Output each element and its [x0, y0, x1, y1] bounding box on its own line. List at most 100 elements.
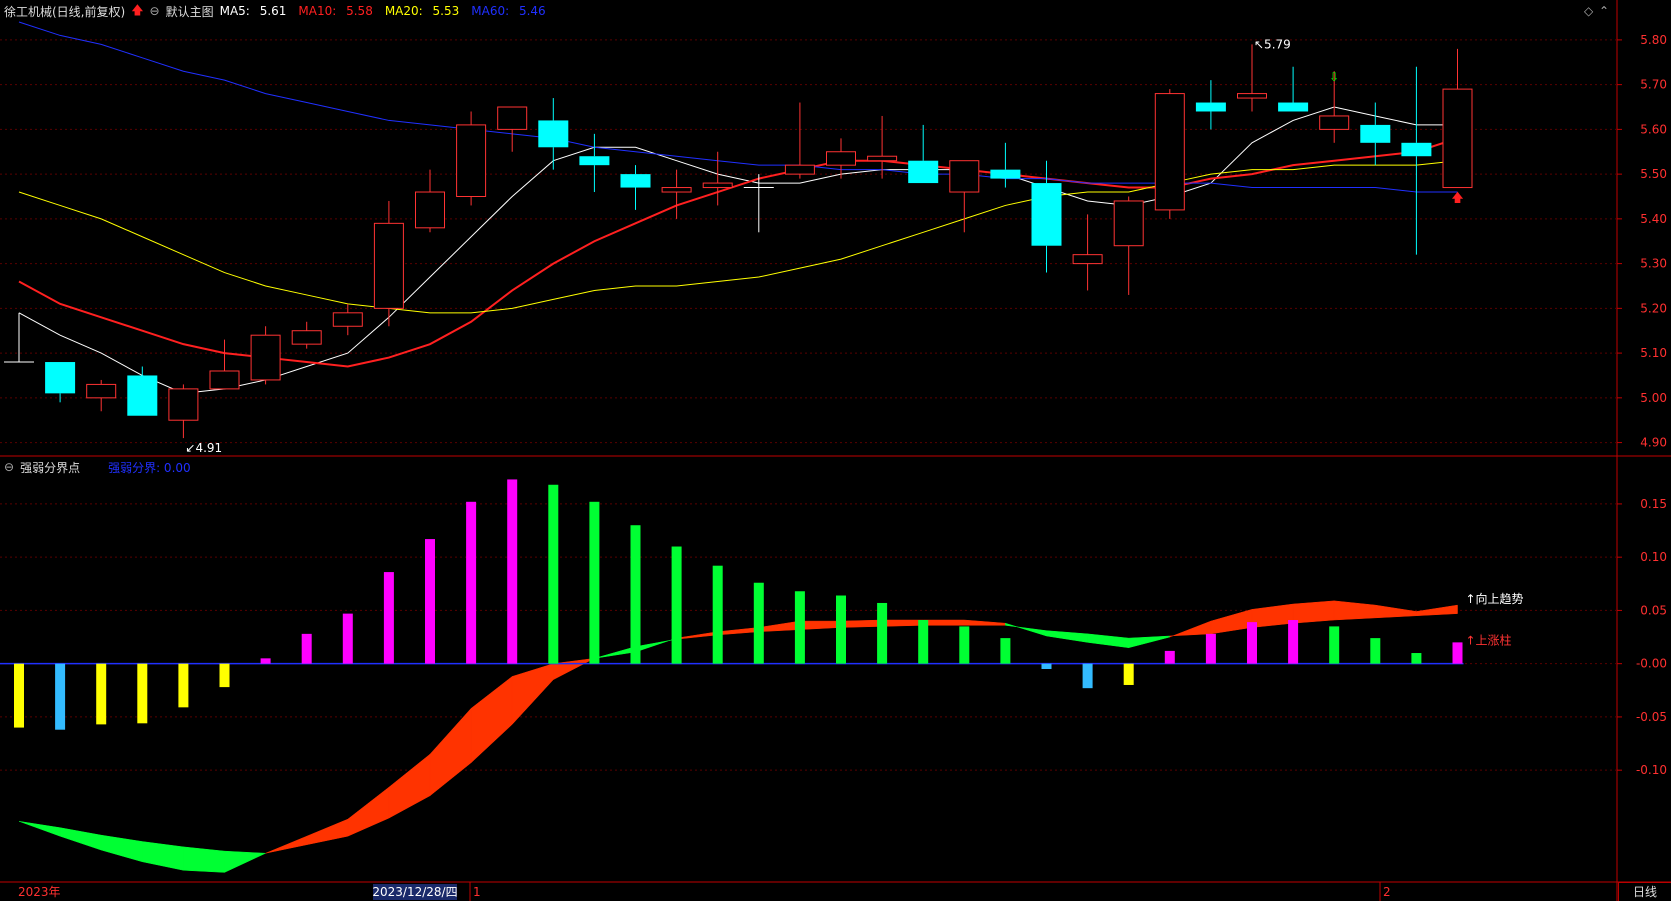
sub-indicator-name[interactable]: 强弱分界点	[20, 459, 80, 476]
ma60-readout: MA60: 5.46	[471, 4, 546, 18]
candle-body	[949, 160, 980, 193]
indicator-bar	[219, 663, 230, 688]
indicator-bar	[466, 501, 477, 664]
candle-body	[1401, 142, 1432, 157]
indicator-bar	[1329, 626, 1340, 664]
up-arrow-icon: 🡅	[131, 2, 144, 17]
band-segment	[881, 619, 924, 627]
timeframe-label[interactable]: 日线	[1618, 882, 1671, 901]
band-segment	[840, 619, 883, 628]
indicator-bar	[507, 479, 518, 664]
indicator-bar	[55, 663, 66, 730]
candle-body	[86, 383, 117, 399]
main-chart-header: 徐工机械(日线,前复权) 🡅 ⊖ 默认主图 MA5: 5.61 MA10: 5.…	[4, 0, 558, 22]
indicator-bar	[14, 663, 24, 728]
candle-body	[908, 160, 939, 184]
candle-body	[45, 362, 76, 394]
ma10-readout: MA10: 5.58	[298, 4, 373, 18]
indicator-bar	[877, 602, 888, 664]
y-tick-label: 5.70	[1640, 78, 1667, 92]
indicator-bar	[1288, 620, 1299, 664]
indicator-bar	[1164, 650, 1175, 664]
indicator-bar	[1370, 638, 1381, 664]
candle	[1154, 89, 1185, 219]
y-tick-label: 5.50	[1640, 167, 1667, 181]
candle	[456, 111, 487, 206]
indicator-bar	[1041, 663, 1052, 669]
main-indicator-name[interactable]: 默认主图	[166, 3, 214, 20]
candle-body	[661, 187, 692, 193]
high-price-label: ↖5.79	[1254, 37, 1291, 51]
candle-body	[332, 312, 363, 327]
signal-up-arrow-icon: 🡅	[1451, 191, 1463, 205]
low-price-label: ↙4.91	[185, 441, 222, 455]
collapse-icon[interactable]: ⊖	[150, 4, 160, 18]
candle-body	[373, 222, 404, 309]
candle	[250, 326, 281, 385]
indicator-bar	[753, 582, 764, 664]
y-tick-label: 5.00	[1640, 391, 1667, 405]
y-tick-label: 5.80	[1640, 33, 1667, 47]
background	[0, 0, 1671, 901]
indicator-bar	[1411, 653, 1422, 664]
candle-body	[415, 191, 445, 229]
indicator-bar	[671, 546, 682, 664]
candle-body	[250, 334, 281, 381]
candle-body	[702, 182, 733, 189]
candle-body	[1442, 88, 1473, 189]
indicator-bar	[137, 663, 148, 724]
dropdown-chevron-icon[interactable]: ⌃	[1599, 4, 1609, 18]
candle-body	[1237, 93, 1267, 99]
bar-annotation: ↑上涨柱	[1466, 632, 1512, 647]
indicator-bar	[1123, 663, 1134, 685]
y-tick-label: -0.00	[1636, 657, 1667, 671]
x-axis-label-month-2: 2	[1383, 885, 1391, 899]
y-tick-label: -0.05	[1636, 710, 1667, 724]
indicator-bar	[260, 658, 271, 664]
ma5-readout: MA5: 5.61	[219, 4, 287, 18]
y-tick-label: 5.60	[1640, 122, 1667, 136]
y-tick-label: 5.20	[1640, 301, 1667, 315]
candle-body	[127, 375, 158, 416]
candle-body	[209, 370, 240, 390]
signal-down-arrow-icon: ⇩	[1329, 70, 1339, 84]
x-axis-label-month-1: 1	[473, 885, 481, 899]
candle-body	[1278, 102, 1309, 112]
candle-body	[826, 151, 856, 166]
stock-name[interactable]: 徐工机械(日线,前复权)	[4, 3, 125, 20]
candle-body	[784, 164, 815, 175]
candle-body	[1031, 183, 1062, 246]
sub-chart-header: ⊖ 强弱分界点 强弱分界: 0.00	[4, 456, 197, 478]
collapse-icon[interactable]: ⊖	[4, 460, 14, 474]
band-segment	[1292, 600, 1335, 624]
candle-body	[620, 174, 651, 188]
indicator-bar	[342, 613, 353, 664]
band-segment	[922, 619, 965, 626]
indicator-bar	[96, 663, 107, 725]
y-tick-label: 0.15	[1640, 497, 1667, 511]
y-tick-label: 4.90	[1640, 436, 1667, 450]
indicator-bar	[1000, 638, 1011, 664]
indicator-bar	[630, 525, 641, 664]
x-axis-label-year: 2023年	[18, 885, 61, 899]
y-tick-label: 5.30	[1640, 257, 1667, 271]
indicator-bar	[712, 565, 723, 664]
candle-body	[291, 330, 322, 345]
indicator-bar	[1205, 633, 1216, 664]
indicator-bar	[836, 595, 846, 664]
x-axis-cursor-date: 2023/12/28/四	[372, 885, 457, 899]
candle-body	[1072, 254, 1103, 265]
indicator-bar	[794, 591, 805, 664]
indicator-bar	[178, 663, 189, 708]
indicator-bar	[589, 501, 600, 664]
y-tick-label: -0.10	[1636, 763, 1667, 777]
candle-body	[456, 124, 487, 197]
candle-body	[1113, 200, 1144, 247]
y-tick-label: 0.05	[1640, 603, 1667, 617]
diamond-icon[interactable]: ◇	[1584, 4, 1593, 18]
trend-annotation: ↑向上趋势	[1466, 591, 1524, 606]
candle-body	[538, 120, 569, 148]
ma20-readout: MA20: 5.53	[384, 4, 460, 18]
stock-chart[interactable]: 5.80 5.70 5.60 5.50 5.40 5.30 5.20 5.10 5.00 4.90…	[0, 0, 1671, 901]
y-tick-label: 5.10	[1640, 346, 1667, 360]
